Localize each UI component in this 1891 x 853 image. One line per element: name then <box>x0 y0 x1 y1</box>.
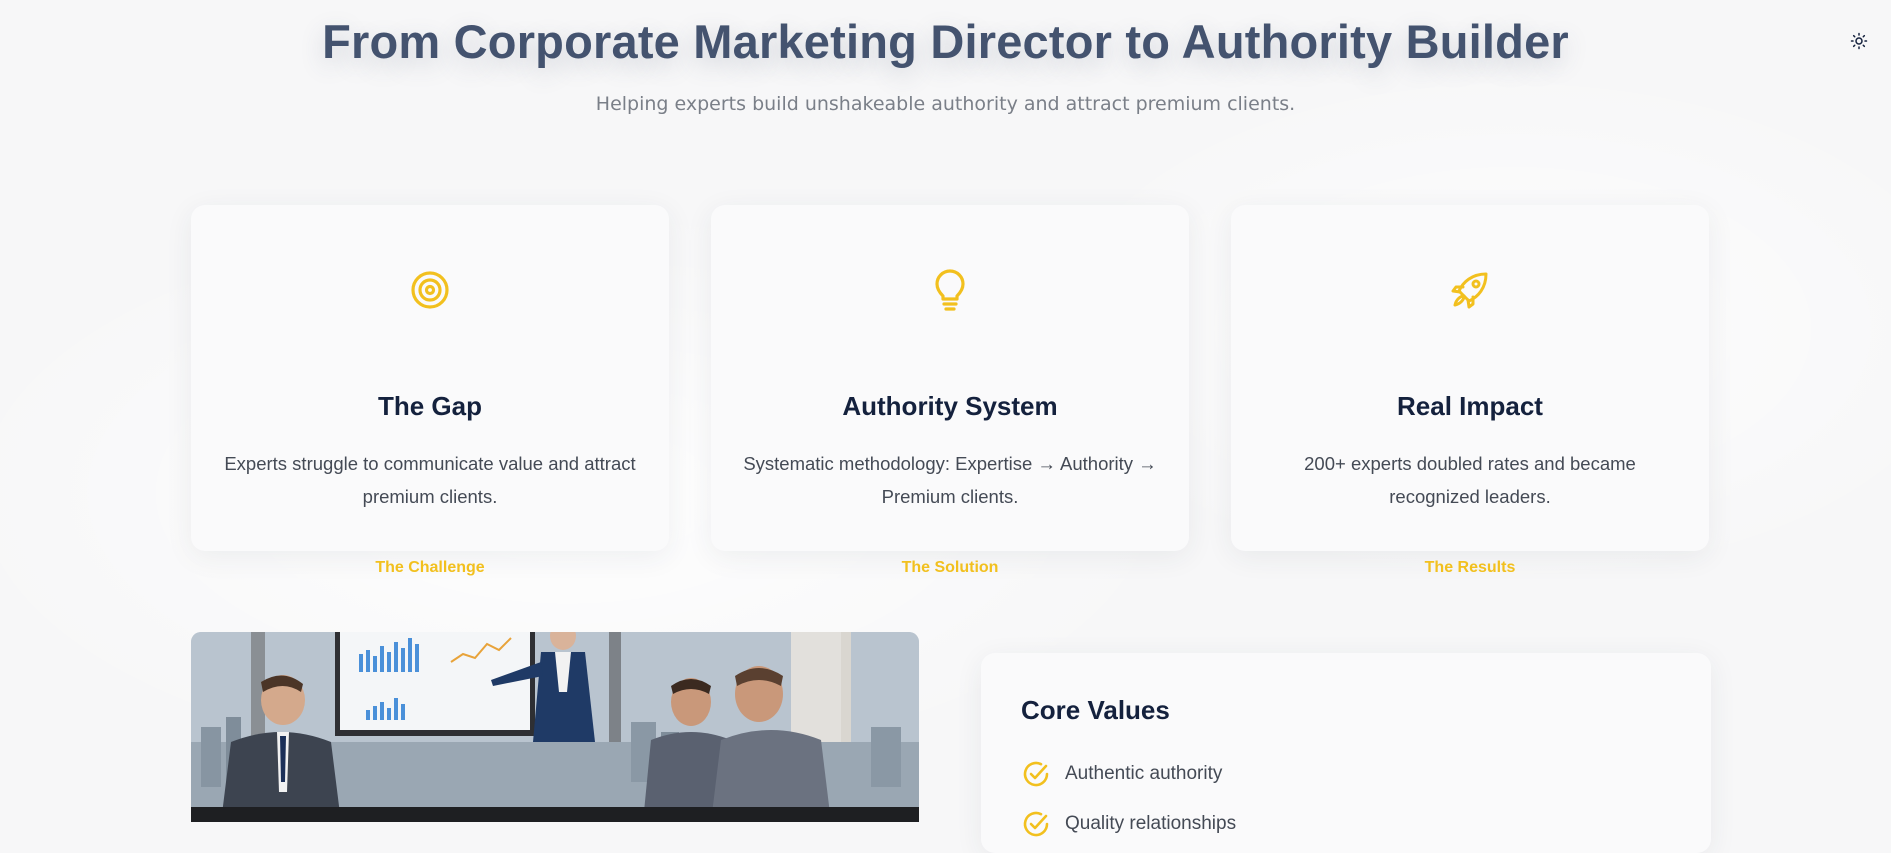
card-description: 200+ experts doubled rates and became re… <box>1304 453 1636 507</box>
core-value-label: Quality relationships <box>1065 813 1237 834</box>
lightbulb-icon <box>935 269 965 311</box>
card-title: Authority System <box>842 391 1058 421</box>
card-eyebrow: The Results <box>1424 559 1516 576</box>
card-description: Experts struggle to communicate value an… <box>224 453 636 507</box>
rocket-icon <box>1451 272 1488 309</box>
core-value-label: Authentic authority <box>1065 763 1223 784</box>
card-eyebrow: The Solution <box>901 559 999 576</box>
page-subtitle: Helping experts build unshakeable author… <box>595 93 1296 115</box>
card-title: Real Impact <box>1397 391 1543 421</box>
card-challenge: The Challenge The Gap Experts struggle t… <box>191 205 669 576</box>
meeting-photo <box>191 632 919 822</box>
card-solution: The Solution Authority System Systematic… <box>711 205 1189 576</box>
core-values-card: Core Values Authentic authority Quality … <box>981 653 1711 853</box>
card-title: The Gap <box>377 391 482 421</box>
core-value-item: Authentic authority <box>1021 759 1222 789</box>
core-values-title: Core Values <box>1021 695 1170 725</box>
page-title: From Corporate Marketing Director to Aut… <box>322 15 1569 68</box>
core-value-item: Quality relationships <box>1021 809 1236 839</box>
card-results: The Results Real Impact 200+ experts dou… <box>1231 205 1709 576</box>
check-circle-icon <box>1021 759 1051 789</box>
check-circle-icon <box>1021 809 1051 839</box>
target-icon <box>411 271 449 309</box>
card-eyebrow: The Challenge <box>375 559 485 576</box>
card-description: Systematic methodology: Expertise → Auth… <box>743 453 1157 507</box>
meeting-illustration <box>191 632 919 822</box>
